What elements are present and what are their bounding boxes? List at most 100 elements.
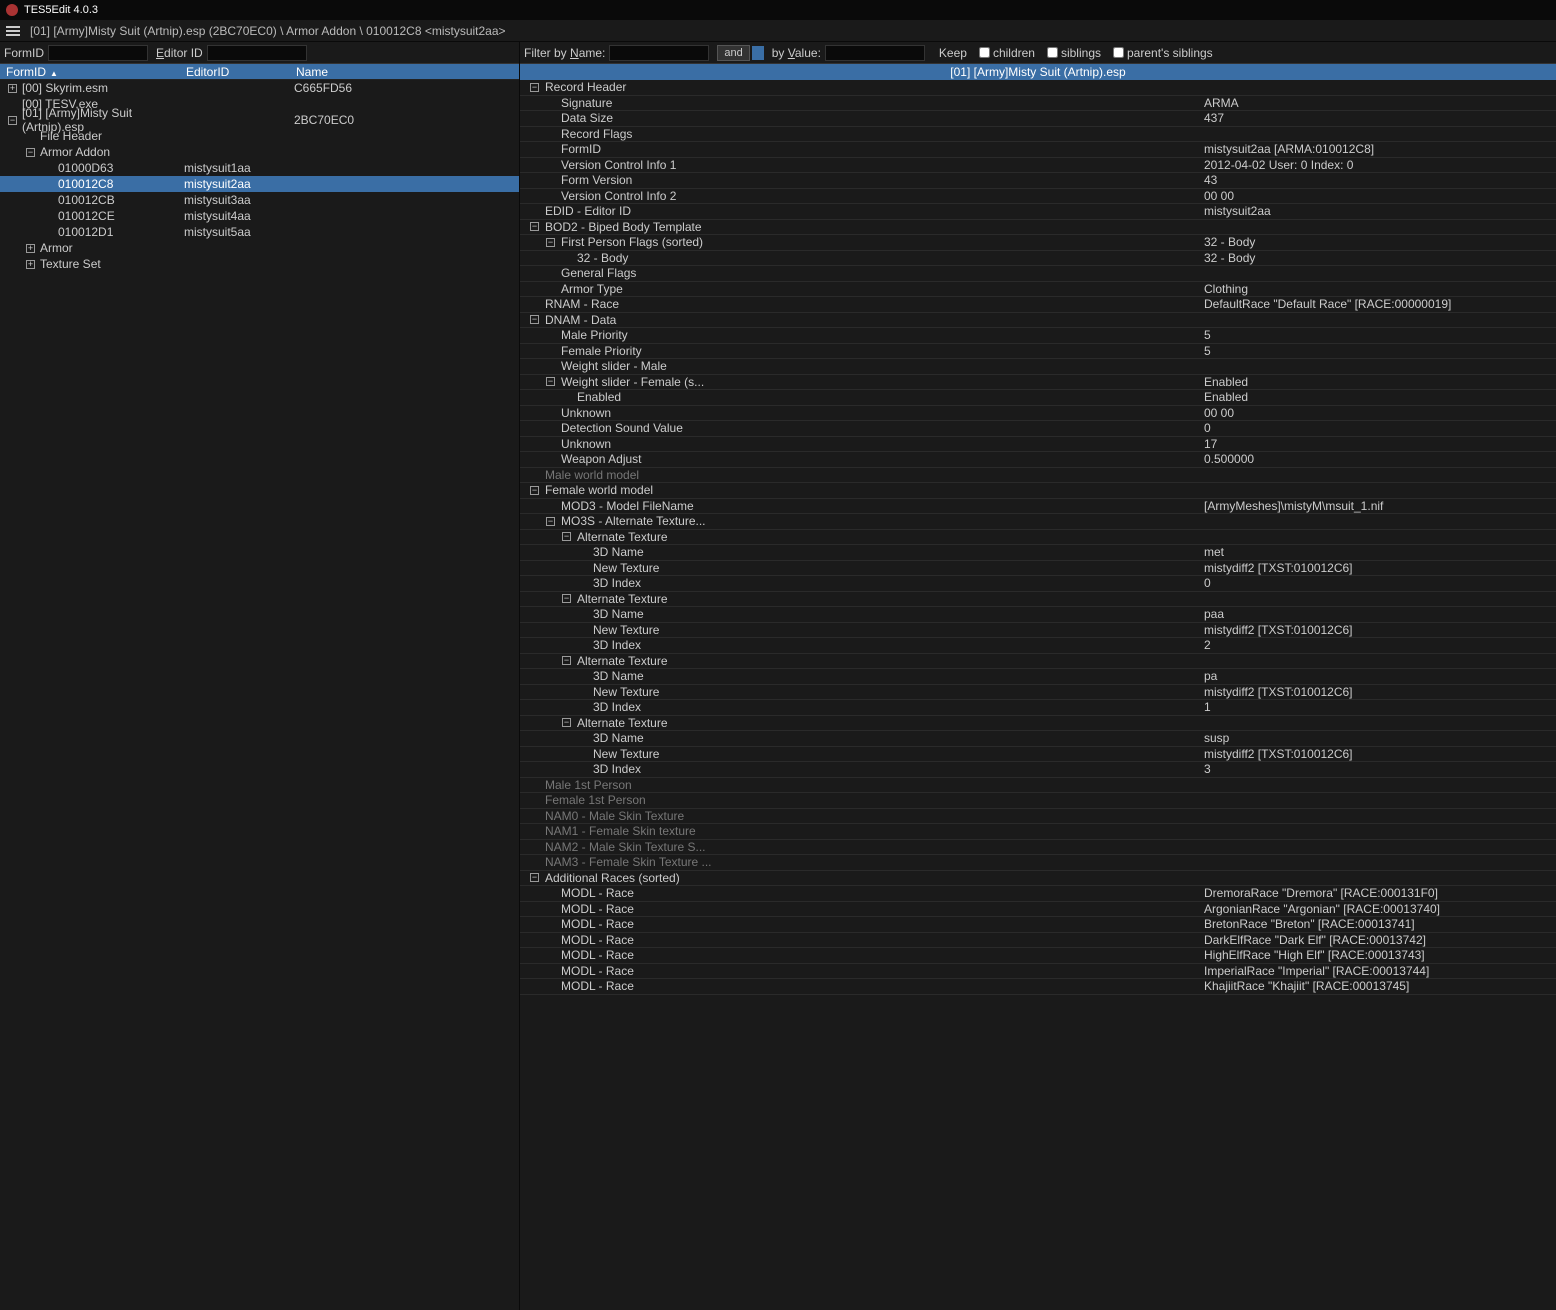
collapse-icon[interactable]: − <box>562 532 571 541</box>
and-dropdown-icon[interactable] <box>752 46 764 60</box>
record-row[interactable]: MODL - RaceKhajiitRace "Khajiit" [RACE:0… <box>520 979 1556 995</box>
tree-row[interactable]: +Armor <box>0 240 519 256</box>
children-checkbox[interactable] <box>979 47 990 58</box>
record-row[interactable]: MODL - RaceImperialRace "Imperial" [RACE… <box>520 964 1556 980</box>
collapse-icon[interactable]: − <box>562 656 571 665</box>
record-row[interactable]: 3D Index3 <box>520 762 1556 778</box>
record-row[interactable]: Version Control Info 200 00 <box>520 189 1556 205</box>
record-row[interactable]: Record Flags <box>520 127 1556 143</box>
record-row[interactable]: Version Control Info 12012-04-02 User: 0… <box>520 158 1556 174</box>
record-row[interactable]: MODL - RaceDremoraRace "Dremora" [RACE:0… <box>520 886 1556 902</box>
tree-row[interactable]: +Texture Set <box>0 256 519 272</box>
record-row[interactable]: 3D Namepa <box>520 669 1556 685</box>
tree-row[interactable]: 010012C8mistysuit2aa <box>0 176 519 192</box>
record-row[interactable]: SignatureARMA <box>520 96 1556 112</box>
tree-row[interactable]: −Armor Addon <box>0 144 519 160</box>
record-row[interactable]: EDID - Editor IDmistysuit2aa <box>520 204 1556 220</box>
record-row[interactable]: MODL - RaceHighElfRace "High Elf" [RACE:… <box>520 948 1556 964</box>
record-row[interactable]: Weapon Adjust0.500000 <box>520 452 1556 468</box>
collapse-icon[interactable]: − <box>530 873 539 882</box>
filter-name-input[interactable] <box>609 45 709 61</box>
record-row[interactable]: −Alternate Texture <box>520 654 1556 670</box>
col-editorid[interactable]: EditorID <box>180 65 290 79</box>
tree-row[interactable]: 010012CBmistysuit3aa <box>0 192 519 208</box>
record-row[interactable]: Male world model <box>520 468 1556 484</box>
record-row[interactable]: 3D Namemet <box>520 545 1556 561</box>
record-row[interactable]: NAM0 - Male Skin Texture <box>520 809 1556 825</box>
collapse-icon[interactable]: − <box>530 83 539 92</box>
record-row[interactable]: Armor TypeClothing <box>520 282 1556 298</box>
record-row[interactable]: −Alternate Texture <box>520 592 1556 608</box>
record-row[interactable]: Unknown17 <box>520 437 1556 453</box>
editorid-input[interactable] <box>207 45 307 61</box>
record-row[interactable]: New Texturemistydiff2 [TXST:010012C6] <box>520 561 1556 577</box>
record-row[interactable]: −Weight slider - Female (s...Enabled <box>520 375 1556 391</box>
record-row[interactable]: MODL - RaceArgonianRace "Argonian" [RACE… <box>520 902 1556 918</box>
record-row[interactable]: Weight slider - Male <box>520 359 1556 375</box>
record-row[interactable]: MODL - RaceBretonRace "Breton" [RACE:000… <box>520 917 1556 933</box>
record-row[interactable]: FormIDmistysuit2aa [ARMA:010012C8] <box>520 142 1556 158</box>
record-row[interactable]: 3D Index2 <box>520 638 1556 654</box>
record-row[interactable]: NAM3 - Female Skin Texture ... <box>520 855 1556 871</box>
tree-row[interactable]: +[00] Skyrim.esmC665FD56 <box>0 80 519 96</box>
record-row[interactable]: Unknown00 00 <box>520 406 1556 422</box>
parents-checkbox[interactable] <box>1113 47 1124 58</box>
record-row[interactable]: 3D Index0 <box>520 576 1556 592</box>
expand-icon[interactable]: + <box>26 244 35 253</box>
collapse-icon[interactable]: − <box>8 116 17 125</box>
record-row[interactable]: Form Version43 <box>520 173 1556 189</box>
record-row[interactable]: −MO3S - Alternate Texture... <box>520 514 1556 530</box>
record-row[interactable]: NAM1 - Female Skin texture <box>520 824 1556 840</box>
record-row[interactable]: New Texturemistydiff2 [TXST:010012C6] <box>520 685 1556 701</box>
record-row[interactable]: −BOD2 - Biped Body Template <box>520 220 1556 236</box>
record-row[interactable]: −First Person Flags (sorted)32 - Body <box>520 235 1556 251</box>
col-formid[interactable]: FormID▲ <box>0 65 180 79</box>
record-row[interactable]: −DNAM - Data <box>520 313 1556 329</box>
collapse-icon[interactable]: − <box>530 315 539 324</box>
record-row[interactable]: 32 - Body32 - Body <box>520 251 1556 267</box>
collapse-icon[interactable]: − <box>562 718 571 727</box>
record-row[interactable]: New Texturemistydiff2 [TXST:010012C6] <box>520 747 1556 763</box>
col-name[interactable]: Name <box>290 65 519 79</box>
record-row[interactable]: Female Priority5 <box>520 344 1556 360</box>
record-row[interactable]: RNAM - RaceDefaultRace "Default Race" [R… <box>520 297 1556 313</box>
record-row[interactable]: Data Size437 <box>520 111 1556 127</box>
record-row[interactable]: 3D Namepaa <box>520 607 1556 623</box>
record-row[interactable]: 3D Index1 <box>520 700 1556 716</box>
tree-row[interactable]: File Header <box>0 128 519 144</box>
tree-row[interactable]: 010012CEmistysuit4aa <box>0 208 519 224</box>
expand-icon[interactable]: + <box>8 84 17 93</box>
record-row[interactable]: EnabledEnabled <box>520 390 1556 406</box>
collapse-icon[interactable]: − <box>562 594 571 603</box>
record-row[interactable]: General Flags <box>520 266 1556 282</box>
record-row[interactable]: MODL - RaceDarkElfRace "Dark Elf" [RACE:… <box>520 933 1556 949</box>
collapse-icon[interactable]: − <box>530 222 539 231</box>
tree-row[interactable]: 010012D1mistysuit5aa <box>0 224 519 240</box>
collapse-icon[interactable]: − <box>546 377 555 386</box>
collapse-icon[interactable]: − <box>530 486 539 495</box>
siblings-checkbox[interactable] <box>1047 47 1058 58</box>
record-row[interactable]: −Additional Races (sorted) <box>520 871 1556 887</box>
hamburger-icon[interactable] <box>6 26 20 36</box>
record-row[interactable]: NAM2 - Male Skin Texture S... <box>520 840 1556 856</box>
record-row[interactable]: Male Priority5 <box>520 328 1556 344</box>
collapse-icon[interactable]: − <box>26 148 35 157</box>
record-row[interactable]: Male 1st Person <box>520 778 1556 794</box>
record-row[interactable]: −Female world model <box>520 483 1556 499</box>
expand-icon[interactable]: + <box>26 260 35 269</box>
record-row[interactable]: New Texturemistydiff2 [TXST:010012C6] <box>520 623 1556 639</box>
tree-row[interactable]: −[01] [Army]Misty Suit (Artnip).esp2BC70… <box>0 112 519 128</box>
record-row[interactable]: −Alternate Texture <box>520 716 1556 732</box>
and-button[interactable]: and <box>717 45 749 61</box>
record-row[interactable]: Female 1st Person <box>520 793 1556 809</box>
collapse-icon[interactable]: − <box>546 517 555 526</box>
record-row[interactable]: MOD3 - Model FileName[ArmyMeshes]\mistyM… <box>520 499 1556 515</box>
formid-input[interactable] <box>48 45 148 61</box>
record-row[interactable]: −Record Header <box>520 80 1556 96</box>
record-row[interactable]: −Alternate Texture <box>520 530 1556 546</box>
record-row[interactable]: Detection Sound Value0 <box>520 421 1556 437</box>
collapse-icon[interactable]: − <box>546 238 555 247</box>
filter-value-input[interactable] <box>825 45 925 61</box>
record-row[interactable]: 3D Namesusp <box>520 731 1556 747</box>
tree-row[interactable]: 01000D63mistysuit1aa <box>0 160 519 176</box>
